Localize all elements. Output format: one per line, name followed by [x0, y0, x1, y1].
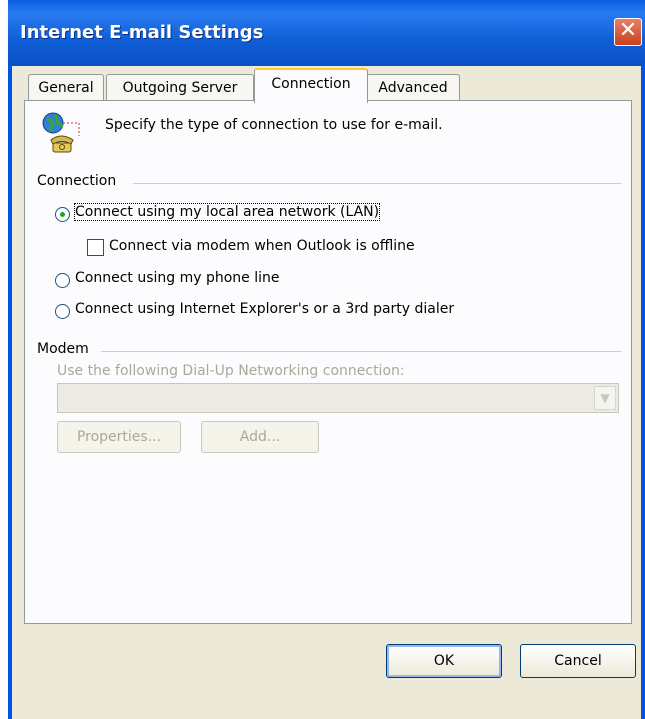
connection-divider [133, 183, 621, 184]
globe-phone-icon [42, 112, 80, 153]
intro-text: Specify the type of connection to use fo… [105, 117, 443, 133]
lan-radio-label[interactable]: Connect using my local area network (LAN… [73, 203, 381, 221]
dialup-connection-select[interactable]: ▼ [57, 383, 619, 413]
lan-radio[interactable] [55, 207, 70, 222]
window-title: Internet E-mail Settings [20, 22, 264, 43]
dialer-radio[interactable] [55, 304, 70, 319]
ok-button[interactable]: OK [386, 644, 502, 678]
title-bar[interactable]: Internet E-mail Settings ✕ [8, 0, 645, 66]
modem-divider [101, 351, 621, 352]
tab-advanced[interactable]: Advanced [366, 74, 460, 101]
cancel-button[interactable]: Cancel [520, 644, 636, 678]
chevron-down-icon[interactable]: ▼ [594, 386, 616, 410]
close-icon: ✕ [618, 18, 638, 43]
tab-general[interactable]: General [28, 74, 104, 101]
dialup-label: Use the following Dial-Up Networking con… [57, 363, 405, 379]
close-button[interactable]: ✕ [614, 18, 642, 46]
modem-group-label: Modem [37, 341, 89, 357]
connection-tab-panel: Specify the type of connection to use fo… [24, 100, 632, 624]
tab-outgoing-server[interactable]: Outgoing Server [106, 74, 254, 101]
phone-line-radio[interactable] [55, 273, 70, 288]
tab-connection[interactable]: Connection [254, 68, 368, 103]
modem-offline-checkbox[interactable] [87, 239, 104, 256]
modem-offline-label[interactable]: Connect via modem when Outlook is offlin… [109, 238, 415, 254]
add-button[interactable]: Add... [201, 421, 319, 453]
properties-button[interactable]: Properties... [57, 421, 181, 453]
dialog-body: General Outgoing Server Connection Advan… [12, 66, 641, 719]
dialer-label[interactable]: Connect using Internet Explorer's or a 3… [75, 301, 454, 317]
connection-group-label: Connection [37, 173, 117, 189]
dialog-window: Internet E-mail Settings ✕ General Outgo… [8, 0, 645, 719]
phone-line-label[interactable]: Connect using my phone line [75, 270, 280, 286]
